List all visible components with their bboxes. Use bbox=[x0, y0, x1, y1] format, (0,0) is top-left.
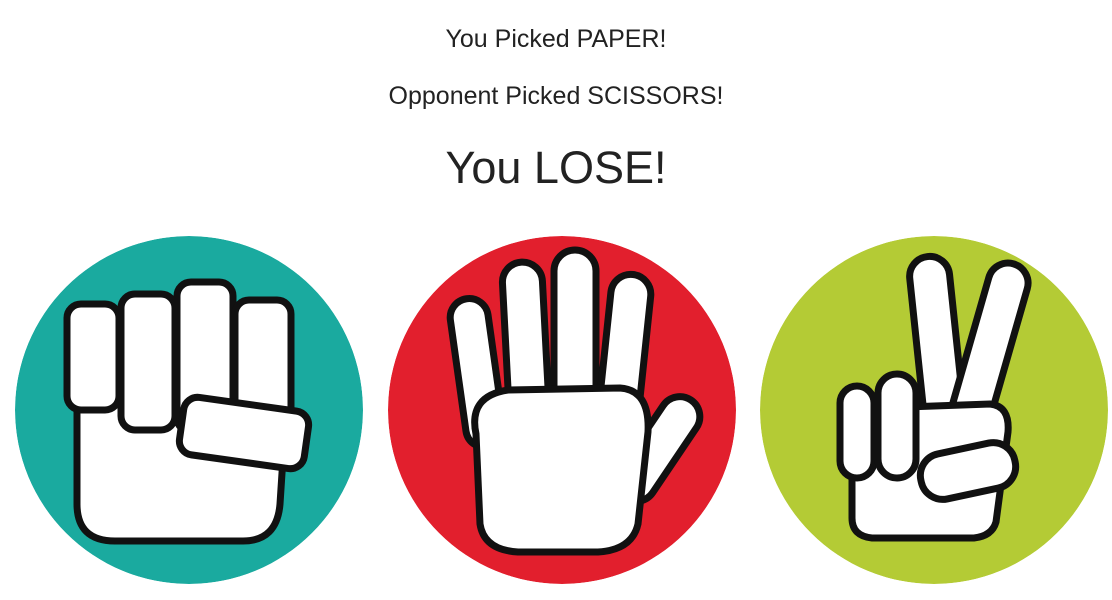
fist-icon bbox=[15, 236, 363, 584]
rock-button[interactable] bbox=[15, 236, 363, 584]
opponent-pick-text: Opponent Picked SCISSORS! bbox=[388, 82, 724, 110]
player-pick-text: You Picked PAPER! bbox=[445, 25, 667, 53]
open-hand-icon bbox=[388, 236, 736, 584]
peace-sign-icon bbox=[760, 236, 1108, 584]
scissors-button[interactable] bbox=[760, 236, 1108, 584]
paper-button[interactable] bbox=[388, 236, 736, 584]
result-heading: You LOSE! bbox=[445, 142, 667, 193]
